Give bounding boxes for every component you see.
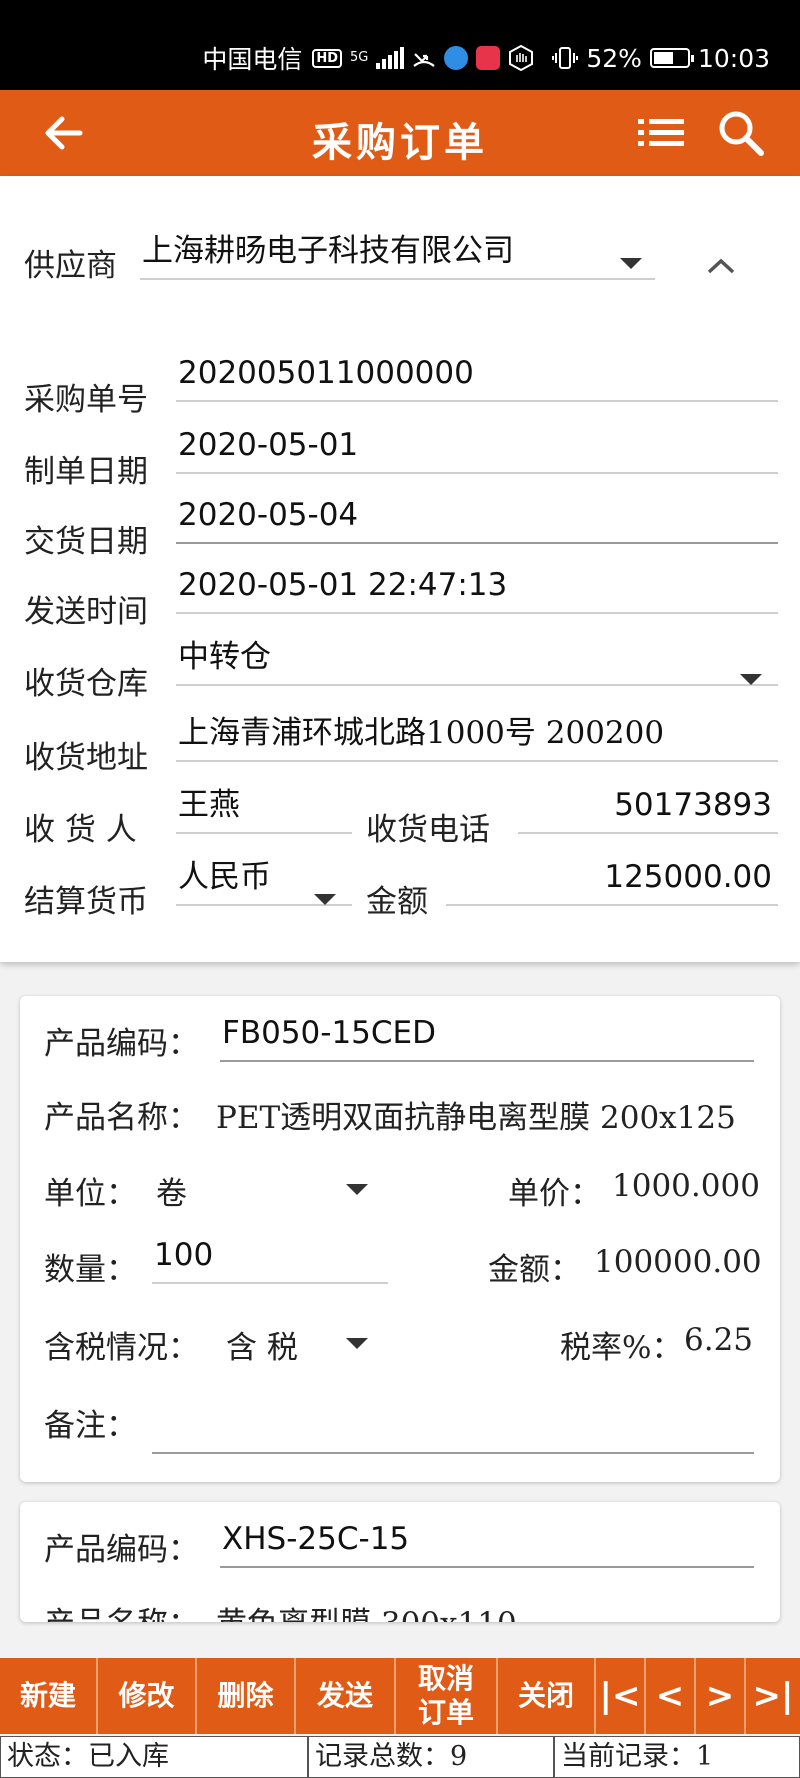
list-icon[interactable] <box>636 113 686 153</box>
current-record: 当前记录：1 <box>554 1736 800 1778</box>
clock: 10:03 <box>697 43 770 73</box>
price-label: 单价： <box>508 1176 601 1212</box>
quantity-field[interactable]: 100 <box>152 1226 388 1284</box>
delivery-date-label: 交货日期 <box>24 524 148 560</box>
tax-rate-label: 税率%： <box>560 1330 683 1366</box>
tax-dropdown-icon[interactable] <box>346 1338 368 1349</box>
order-header-section: 供应商 上海耕旸电子科技有限公司 采购单号 202005011000000 制单… <box>0 176 800 962</box>
line-amount-label: 金额： <box>488 1252 581 1288</box>
send-button[interactable]: 发送 <box>296 1658 396 1734</box>
product-card: 产品编码： XHS-25C-15 产品名称： 黄色离型膜 300x110 <box>20 1502 780 1622</box>
hd-icon: HD <box>312 48 343 68</box>
reader-icon <box>476 46 501 70</box>
tax-rate-value: 6.25 <box>684 1322 754 1358</box>
record-total: 记录总数：9 <box>308 1736 554 1778</box>
address-label: 收货地址 <box>24 740 148 776</box>
battery-icon <box>649 48 694 68</box>
unit-dropdown-icon[interactable] <box>346 1184 368 1195</box>
unit-label: 单位： <box>44 1176 137 1212</box>
product-card: 产品编码： FB050-15CED 产品名称： PET透明双面抗静电离型膜 20… <box>20 996 780 1482</box>
vibrate-icon <box>552 47 579 69</box>
supplier-label: 供应商 <box>24 248 117 284</box>
amount-label: 金额 <box>366 884 428 920</box>
send-time-field[interactable]: 2020-05-01 22:47:13 <box>176 556 778 614</box>
chevron-up-icon[interactable] <box>706 256 736 276</box>
hand-icon <box>509 45 534 71</box>
currency-dropdown-icon[interactable] <box>314 894 336 905</box>
next-record-button[interactable]: > <box>696 1658 746 1734</box>
browser-icon <box>444 46 469 70</box>
order-state: 状态：已入库 <box>0 1736 308 1778</box>
supplier-dropdown-icon[interactable] <box>620 258 642 269</box>
close-button[interactable]: 关闭 <box>498 1658 596 1734</box>
product-code-label: 产品编码： <box>44 1026 199 1062</box>
product-code-label: 产品编码： <box>44 1532 199 1568</box>
create-date-label: 制单日期 <box>24 454 148 490</box>
order-no-field[interactable]: 202005011000000 <box>176 344 778 402</box>
warehouse-label: 收货仓库 <box>24 666 148 702</box>
currency-label: 结算货币 <box>24 884 148 920</box>
product-code-field[interactable]: XHS-25C-15 <box>220 1510 754 1568</box>
battery-percent: 52% <box>586 43 642 73</box>
amount-field[interactable]: 125000.00 <box>446 848 778 906</box>
remark-label: 备注： <box>44 1408 137 1444</box>
delete-button[interactable]: 删除 <box>197 1658 296 1734</box>
carrier-name: 中国电信 <box>202 45 303 74</box>
quantity-label: 数量： <box>44 1252 137 1288</box>
product-name-value: PET透明双面抗静电离型膜 200x125 <box>216 1100 736 1136</box>
remark-field[interactable] <box>152 1396 754 1454</box>
edit-button[interactable]: 修改 <box>98 1658 197 1734</box>
phone-field[interactable]: 50173893 <box>518 776 778 834</box>
search-icon[interactable] <box>716 108 766 158</box>
order-no-label: 采购单号 <box>24 382 148 418</box>
line-amount-value: 100000.00 <box>594 1244 762 1280</box>
new-button[interactable]: 新建 <box>0 1658 98 1734</box>
receiver-label: 收 货 人 <box>24 812 137 848</box>
signal-icon <box>376 47 405 69</box>
create-date-field[interactable]: 2020-05-01 <box>176 416 778 474</box>
unit-select[interactable]: 卷 <box>156 1168 187 1213</box>
product-name-value: 黄色离型膜 300x110 <box>216 1598 517 1622</box>
prev-record-button[interactable]: < <box>646 1658 696 1734</box>
status-bar: 中国电信 HD 5G 52% 10:03 <box>0 0 800 90</box>
missed-call-icon <box>413 53 436 67</box>
cancel-order-label-line1: 取消 <box>417 1662 474 1695</box>
action-bar: 新建 修改 删除 发送 取消 订单 关闭 |< < > >| <box>0 1658 800 1734</box>
warehouse-select[interactable]: 中转仓 <box>176 628 778 686</box>
record-status-bar: 状态：已入库 记录总数：9 当前记录：1 <box>0 1736 800 1778</box>
product-name-label: 产品名称： <box>44 1598 199 1622</box>
send-time-label: 发送时间 <box>24 594 148 630</box>
cancel-order-button[interactable]: 取消 订单 <box>396 1658 498 1734</box>
product-name-label: 产品名称： <box>44 1100 199 1136</box>
first-record-button[interactable]: |< <box>596 1658 646 1734</box>
delivery-date-field[interactable]: 2020-05-04 <box>176 486 778 544</box>
phone-label: 收货电话 <box>366 812 490 848</box>
tax-select[interactable]: 含 税 <box>226 1322 298 1367</box>
product-code-field[interactable]: FB050-15CED <box>220 1004 754 1062</box>
app-header: 采购订单 <box>0 90 800 176</box>
cancel-order-label-line2: 订单 <box>417 1696 474 1729</box>
network-type: 5G <box>350 50 369 65</box>
last-record-button[interactable]: >| <box>746 1658 800 1734</box>
supplier-select[interactable]: 上海耕旸电子科技有限公司 <box>140 222 655 280</box>
address-field[interactable]: 上海青浦环城北路1000号 200200 <box>176 704 778 762</box>
receiver-field[interactable]: 王燕 <box>176 776 352 834</box>
price-value: 1000.000 <box>612 1168 760 1204</box>
tax-label: 含税情况： <box>44 1330 199 1366</box>
warehouse-dropdown-icon[interactable] <box>740 674 762 685</box>
